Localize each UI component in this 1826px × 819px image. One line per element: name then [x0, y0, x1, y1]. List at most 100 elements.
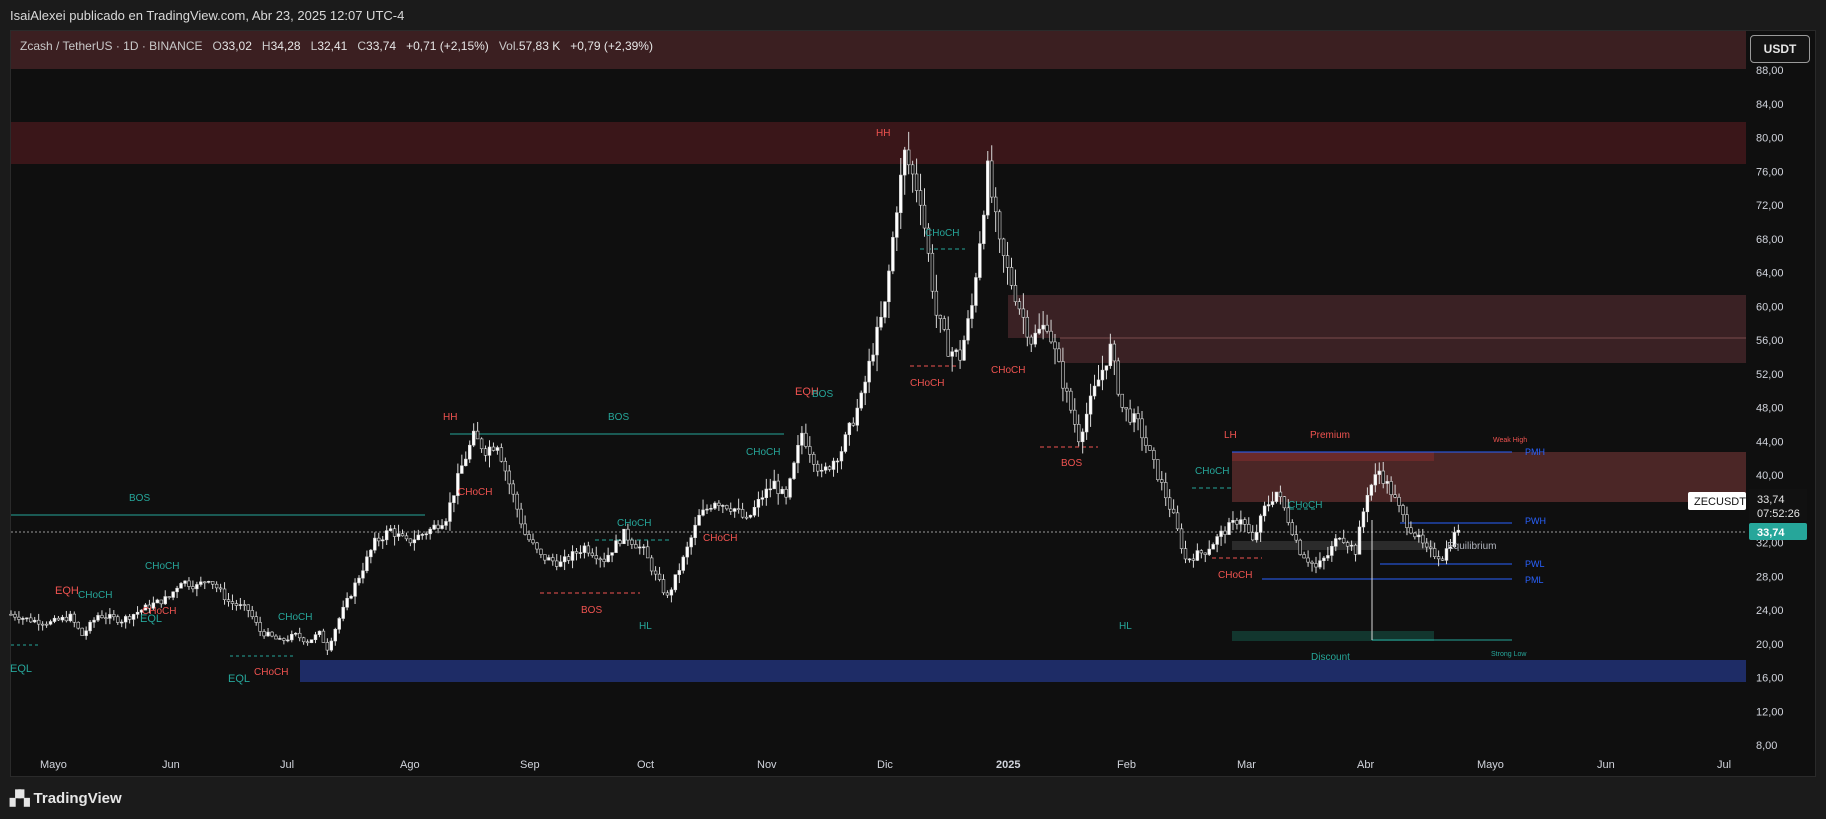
candle-body [460, 465, 464, 474]
candle-body [1373, 474, 1378, 486]
candle-body [135, 611, 140, 615]
demand-zone [300, 660, 1746, 682]
candle-body [1203, 552, 1207, 555]
candle-body [341, 606, 345, 619]
price-tick-label: 16,00 [1756, 673, 1784, 685]
candle-body [183, 580, 187, 584]
candle-body [547, 557, 551, 561]
candle-body [736, 508, 741, 510]
candle-body [495, 447, 500, 451]
label-premium: Premium [1310, 430, 1350, 441]
candle-body [479, 438, 484, 450]
candle-body [333, 628, 337, 642]
candle-body [1409, 527, 1413, 534]
candle-body [871, 354, 875, 362]
open-label: O [212, 39, 222, 53]
candle-body [475, 430, 480, 440]
candle-body [361, 570, 365, 579]
candle-body [851, 422, 856, 426]
candle-body [1128, 408, 1132, 423]
candle-body [163, 596, 167, 605]
candle-body [1262, 505, 1267, 517]
candle-body [808, 446, 812, 455]
label-choch: CHoCH [278, 612, 312, 623]
candle-body [978, 243, 982, 278]
candle-body [966, 318, 970, 341]
tradingview-logo[interactable]: ▞▚ TradingView [10, 790, 122, 807]
label-eqh: EQH [55, 585, 79, 597]
candle-body [1092, 385, 1097, 397]
label-bos: BOS [608, 412, 629, 423]
candle-body [353, 582, 357, 597]
candle-body [903, 149, 907, 176]
candle-body [598, 558, 602, 561]
tradingview-icon: ▞▚ [10, 790, 29, 806]
price-axis[interactable]: 88,00 84,00 80,00 76,00 72,00 68,00 64,00 60,00… [1756, 65, 1784, 752]
candle-body [677, 570, 682, 575]
candle-body [863, 381, 867, 394]
low-value: 32,41 [317, 39, 348, 53]
candle-body [1294, 534, 1298, 541]
candle-body [218, 587, 223, 590]
candle-body [1033, 332, 1037, 345]
candle-body [1005, 255, 1010, 268]
candle-body [1266, 504, 1271, 507]
time-tick-label: Oct [637, 759, 654, 771]
time-axis[interactable]: Mayo Jun Jul Ago Sep Oct Nov Dic 2025 Feb Mar Abr Ma… [40, 759, 1731, 771]
candle-body [1183, 548, 1188, 560]
candle-body [519, 508, 523, 525]
volume-value: 57,83 K [518, 39, 561, 53]
price-tick-label: 40,00 [1756, 470, 1784, 482]
candle-body [487, 446, 492, 456]
candle-body [764, 488, 769, 499]
candle-body [92, 619, 96, 623]
candle-body [167, 596, 171, 598]
candle-body [1108, 343, 1113, 367]
candle-body [1187, 558, 1192, 561]
label-strong-low: Strong Low [1491, 651, 1527, 658]
candle-body [982, 214, 986, 244]
candle-body [725, 505, 729, 510]
candle-body [60, 616, 65, 621]
candle-body [313, 634, 318, 641]
candle-body [175, 587, 179, 593]
candle-body [471, 430, 476, 446]
candle-body [812, 454, 816, 465]
volume-change: +0,79 (+2,39%) [570, 39, 653, 53]
candle-body [1318, 560, 1322, 568]
candle-body [1314, 563, 1318, 568]
candle-body [266, 631, 270, 637]
candle-body [1397, 496, 1401, 506]
candle-body [1175, 512, 1180, 530]
candle-body [1136, 413, 1140, 420]
currency-button[interactable]: USDT [1750, 35, 1810, 63]
candle-body [242, 604, 247, 606]
candle-body [448, 502, 452, 522]
candle-body [412, 539, 417, 544]
label-pml: PML [1525, 575, 1544, 585]
candle-body [1338, 537, 1342, 540]
candle-body [1009, 267, 1014, 286]
candle-body [562, 556, 567, 563]
candle-body [131, 614, 136, 620]
candle-body [1306, 557, 1310, 563]
symbol-name[interactable]: Zcash / TetherUS · 1D · BINANCE [20, 39, 203, 53]
candle-body [1104, 365, 1109, 371]
candle-body [25, 617, 29, 620]
price-tick-label: 28,00 [1756, 571, 1784, 583]
chart-canvas[interactable]: HH HH EQH EQH BOS BOS BOS CHoCH CHoCH CH… [0, 0, 1826, 819]
candle-body [1357, 526, 1362, 555]
candle-body [1432, 548, 1437, 558]
candle-body [1132, 413, 1136, 423]
symbol-legend[interactable]: Zcash / TetherUS · 1D · BINANCE O33,02 H… [20, 39, 653, 53]
candle-body [416, 534, 421, 541]
candle-body [697, 514, 701, 526]
candle-body [827, 466, 832, 470]
price-tick-label: 24,00 [1756, 605, 1784, 617]
candle-body [855, 407, 859, 426]
time-tick-label: Jul [280, 759, 294, 771]
candle-body [800, 432, 804, 446]
candle-body [396, 533, 401, 537]
svg-text:07:52:26: 07:52:26 [1757, 508, 1800, 520]
open-value: 33,02 [221, 39, 252, 53]
